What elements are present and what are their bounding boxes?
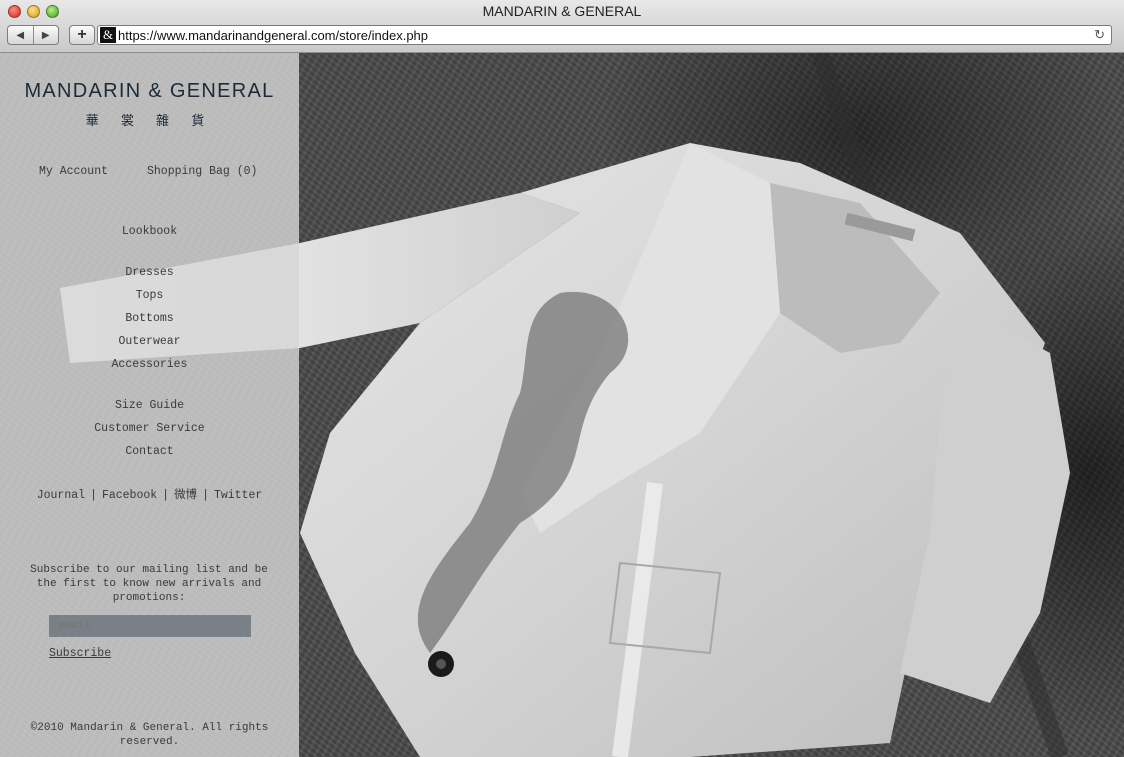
browser-chrome: MANDARIN & GENERAL ◀ ▶ + & https://www.m… [0,0,1124,53]
separator: | [202,489,209,502]
site-favicon-icon: & [100,27,116,43]
facebook-link[interactable]: Facebook [102,489,157,502]
add-bookmark-button[interactable]: + [69,25,95,45]
back-button[interactable]: ◀ [8,26,34,44]
social-links: Journal | Facebook | 微博 | Twitter [0,486,299,502]
my-account-link[interactable]: My Account [39,165,108,178]
category-bottoms-link[interactable]: Bottoms [0,312,299,325]
forward-arrow-icon: ▶ [41,29,50,41]
shopping-bag-link[interactable]: Shopping Bag (0) [147,165,257,178]
journal-link[interactable]: Journal [37,489,85,502]
forward-button[interactable]: ▶ [34,26,59,44]
sidebar: MANDARIN & GENERAL 華 裳 雜 貨 My Account Sh… [0,53,299,757]
copyright-text: ©2010 Mandarin & General. All rights res… [30,722,269,748]
size-guide-link[interactable]: Size Guide [0,399,299,412]
customer-service-link[interactable]: Customer Service [0,422,299,435]
plus-icon: + [77,26,87,43]
category-accessories-link[interactable]: Accessories [0,358,299,371]
subscribe-description: Subscribe to our mailing list and be the… [30,564,268,604]
category-dresses-link[interactable]: Dresses [0,266,299,279]
page: MANDARIN & GENERAL 華 裳 雜 貨 My Account Sh… [0,53,1124,757]
email-input[interactable] [49,615,251,637]
subscribe-button[interactable]: Subscribe [49,647,111,660]
address-bar[interactable]: & https://www.mandarinandgeneral.com/sto… [97,25,1112,45]
history-nav: ◀ ▶ [7,25,59,45]
separator: | [162,489,170,502]
category-outerwear-link[interactable]: Outerwear [0,335,299,348]
lookbook-link[interactable]: Lookbook [0,225,299,238]
weibo-link[interactable]: 微博 [174,487,197,501]
twitter-link[interactable]: Twitter [214,489,262,502]
window-title: MANDARIN & GENERAL [482,3,642,19]
contact-link[interactable]: Contact [0,445,299,458]
site-logo[interactable]: MANDARIN & GENERAL [0,80,299,103]
back-arrow-icon: ◀ [16,29,25,41]
reload-icon[interactable]: ↻ [1094,27,1105,43]
category-tops-link[interactable]: Tops [0,289,299,302]
site-logo-chinese: 華 裳 雜 貨 [85,114,214,129]
url-text[interactable]: https://www.mandarinandgeneral.com/store… [118,28,428,43]
separator: | [90,489,97,502]
